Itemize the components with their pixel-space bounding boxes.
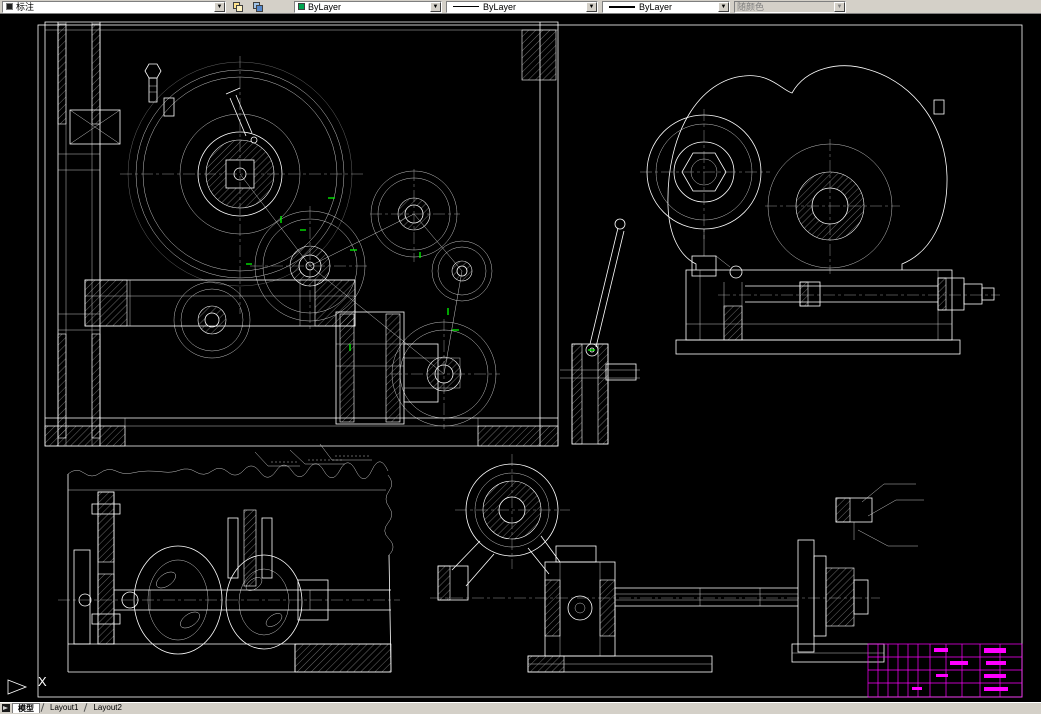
- tab-scroll-icon[interactable]: [2, 703, 10, 712]
- ucs-icon: X: [7, 674, 47, 695]
- layer-combo-dropdown-arrow[interactable]: ▼: [214, 1, 225, 12]
- layer-combo-value: 标注: [16, 2, 35, 12]
- color-combo[interactable]: ByLayer ▼: [294, 0, 442, 13]
- plot-style-dropdown-arrow: ▼: [834, 1, 845, 12]
- view-gearbox-side: [640, 65, 1000, 355]
- color-combo-value: ByLayer: [308, 1, 342, 12]
- linetype-combo-dropdown-arrow[interactable]: ▼: [586, 1, 597, 12]
- tab-separator: [84, 703, 88, 712]
- layer-properties-icon: [233, 1, 243, 12]
- cad-drawing: X: [7, 21, 1023, 698]
- tab-layout2[interactable]: Layout2: [88, 703, 126, 713]
- lineweight-combo[interactable]: ByLayer ▼: [602, 0, 730, 13]
- ucs-x-axis-label: X: [38, 674, 47, 689]
- tab-model[interactable]: 模型: [12, 702, 40, 713]
- view-shaft-assembly: [430, 454, 924, 673]
- view-gearbox-front-section: [44, 21, 640, 467]
- lineweight-combo-dropdown-arrow[interactable]: ▼: [718, 1, 729, 12]
- current-color-swatch: [298, 3, 305, 10]
- lineweight-combo-value: ByLayer: [639, 1, 673, 12]
- model-space-canvas[interactable]: X: [0, 14, 1041, 702]
- layer-status-icon: [6, 3, 13, 10]
- lineweight-sample-icon: [609, 5, 635, 8]
- layer-properties-manager-button[interactable]: [230, 0, 246, 13]
- layer-combo[interactable]: 标注 ▼: [2, 0, 226, 13]
- layout-tab-bar: 模型 Layout1 Layout2: [0, 702, 1041, 713]
- tab-separator: [40, 703, 45, 712]
- linetype-sample-icon: [453, 6, 479, 7]
- plot-style-combo: 随颜色 ▼: [734, 0, 846, 13]
- make-object-layer-current-button[interactable]: [250, 0, 266, 13]
- linetype-combo-value: ByLayer: [483, 1, 517, 12]
- layer-sheet-icon: [253, 1, 263, 12]
- color-combo-dropdown-arrow[interactable]: ▼: [430, 1, 441, 12]
- view-roller-section: [58, 461, 400, 673]
- plot-style-combo-value: 随颜色: [737, 2, 765, 12]
- tab-layout1[interactable]: Layout1: [45, 703, 83, 713]
- properties-toolbar: 标注 ▼ ByLayer ▼ ByLayer ▼ ByLayer ▼ 随颜色 ▼: [0, 0, 1041, 14]
- drawing-sheet-frame: [37, 24, 1023, 698]
- title-block: [867, 643, 1023, 698]
- linetype-combo[interactable]: ByLayer ▼: [446, 0, 598, 13]
